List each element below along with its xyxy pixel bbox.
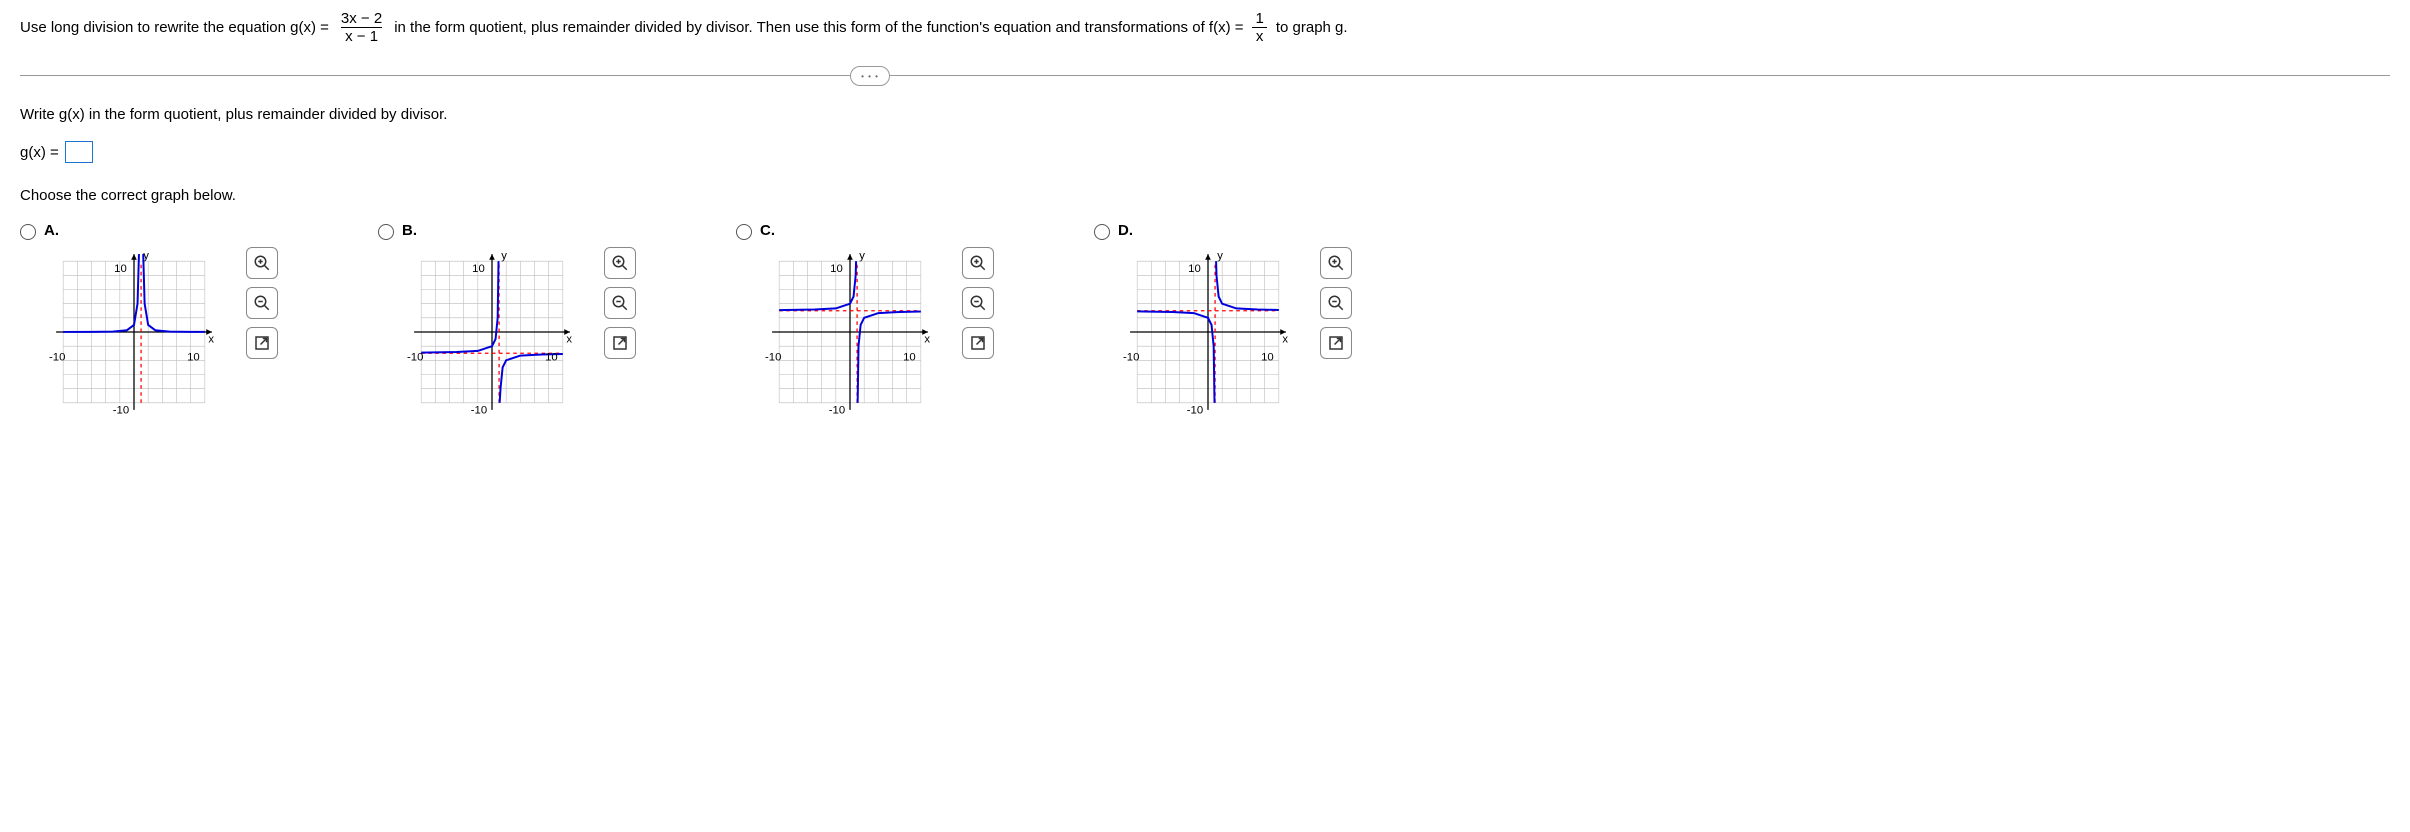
gx-label: g(x) = [20, 144, 59, 161]
expand-pill[interactable]: • • • [850, 66, 890, 86]
zoom-in-c[interactable] [962, 247, 994, 279]
svg-text:-10: -10 [1187, 404, 1203, 416]
svg-text:x: x [1282, 334, 1288, 346]
svg-text:-10: -10 [1123, 351, 1139, 363]
svg-text:y: y [1217, 250, 1223, 262]
svg-text:10: 10 [830, 263, 843, 275]
svg-text:-10: -10 [407, 351, 423, 363]
zoom-out-d[interactable] [1320, 287, 1352, 319]
fraction-fx: 1 x [1252, 10, 1268, 45]
svg-text:-10: -10 [49, 351, 65, 363]
graph-c: y x 10 -10 10 -10 [760, 247, 940, 417]
label-b: B. [402, 222, 636, 239]
popout-d[interactable] [1320, 327, 1352, 359]
svg-text:10: 10 [545, 351, 558, 363]
zoom-in-a[interactable] [246, 247, 278, 279]
q-part1: Use long division to rewrite the equatio… [20, 19, 329, 36]
svg-text:y: y [859, 250, 865, 262]
graph-b: y x 10 -10 10 -10 [402, 247, 582, 417]
svg-text:10: 10 [1261, 351, 1274, 363]
choice-c: C. [736, 222, 994, 417]
answer-line: g(x) = [20, 141, 2390, 163]
popout-b[interactable] [604, 327, 636, 359]
svg-text:10: 10 [472, 263, 485, 275]
answer-input[interactable] [65, 141, 93, 163]
svg-text:10: 10 [114, 263, 127, 275]
zoom-in-b[interactable] [604, 247, 636, 279]
radio-c[interactable] [736, 224, 752, 240]
q-part3: to graph g. [1276, 19, 1348, 36]
graph-d: y x 10 -10 10 -10 [1118, 247, 1298, 417]
zoom-in-d[interactable] [1320, 247, 1352, 279]
popout-c[interactable] [962, 327, 994, 359]
radio-b[interactable] [378, 224, 394, 240]
svg-text:-10: -10 [765, 351, 781, 363]
svg-text:10: 10 [903, 351, 916, 363]
popout-a[interactable] [246, 327, 278, 359]
choice-d: D. [1094, 222, 1352, 417]
zoom-out-b[interactable] [604, 287, 636, 319]
choices-row: A. [20, 222, 2390, 417]
subquestion-2: Choose the correct graph below. [20, 187, 2390, 204]
svg-text:x: x [208, 334, 214, 346]
svg-text:-10: -10 [113, 404, 129, 416]
zoom-out-a[interactable] [246, 287, 278, 319]
zoom-out-c[interactable] [962, 287, 994, 319]
svg-text:10: 10 [1188, 263, 1201, 275]
svg-text:y: y [143, 250, 149, 262]
section-divider: • • • [20, 75, 2390, 76]
label-a: A. [44, 222, 278, 239]
svg-text:-10: -10 [829, 404, 845, 416]
choice-b: B. [378, 222, 636, 417]
radio-d[interactable] [1094, 224, 1110, 240]
radio-a[interactable] [20, 224, 36, 240]
label-d: D. [1118, 222, 1352, 239]
subquestion-1: Write g(x) in the form quotient, plus re… [20, 106, 2390, 123]
q-part2: in the form quotient, plus remainder div… [394, 19, 1243, 36]
question-text: Use long division to rewrite the equatio… [20, 10, 2390, 45]
svg-text:10: 10 [187, 351, 200, 363]
graph-a: y x 10 -10 10 -10 [44, 247, 224, 417]
svg-text:-10: -10 [471, 404, 487, 416]
svg-text:x: x [566, 334, 572, 346]
label-c: C. [760, 222, 994, 239]
svg-text:x: x [924, 334, 930, 346]
choice-a: A. [20, 222, 278, 417]
svg-text:y: y [501, 250, 507, 262]
fraction-gx: 3x − 2 x − 1 [337, 10, 386, 45]
